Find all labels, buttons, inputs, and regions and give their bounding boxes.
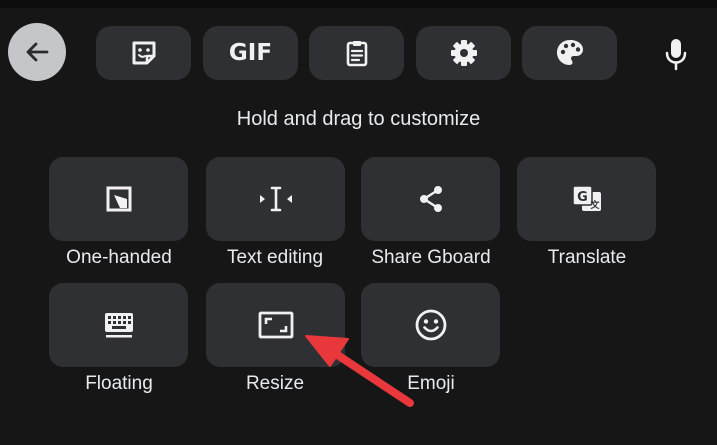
red-arrow-icon (305, 335, 414, 407)
